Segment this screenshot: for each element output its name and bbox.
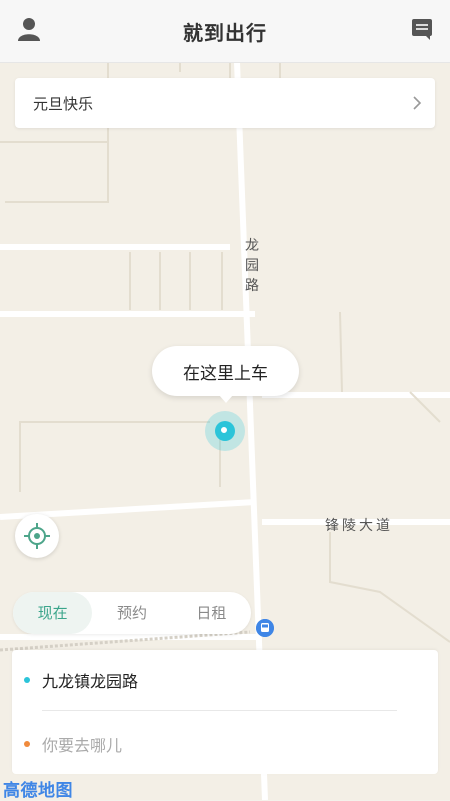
banner-text: 元旦快乐 [33, 94, 94, 113]
location-pin [205, 411, 245, 451]
tab-reserve[interactable]: 预约 [92, 592, 171, 634]
trip-type-tabs: 现在 预约 日租 [13, 592, 251, 634]
pickup-bubble[interactable]: 在这里上车 [152, 346, 299, 403]
tab-daily-rental[interactable]: 日租 [172, 592, 251, 634]
destination-input[interactable]: 你要去哪儿 [42, 732, 122, 756]
destination-dot [24, 741, 30, 747]
promo-banner[interactable]: 元旦快乐 [15, 78, 435, 128]
pickup-row[interactable]: 九龙镇龙园路 [12, 650, 438, 710]
message-icon[interactable] [410, 17, 434, 41]
tab-now[interactable]: 现在 [13, 592, 93, 634]
street-label-longyuan: 龙园路 [245, 238, 259, 294]
top-bar: 就到出行 [0, 0, 450, 63]
crosshair-icon [24, 523, 50, 549]
route-panel: 九龙镇龙园路 你要去哪儿 [12, 650, 438, 774]
locate-button[interactable] [15, 514, 59, 558]
row-divider [42, 710, 397, 711]
bus-stop-icon [256, 619, 274, 637]
chevron-right-icon [413, 96, 422, 110]
pickup-address: 九龙镇龙园路 [42, 672, 139, 691]
app-title: 就到出行 [183, 20, 267, 45]
destination-row[interactable]: 你要去哪儿 [12, 714, 438, 774]
street-label-fengling: 锋陵大道 [325, 518, 393, 534]
pickup-dot [24, 677, 30, 683]
map-logo: 高德地图 [3, 781, 73, 801]
user-icon[interactable] [16, 16, 42, 42]
